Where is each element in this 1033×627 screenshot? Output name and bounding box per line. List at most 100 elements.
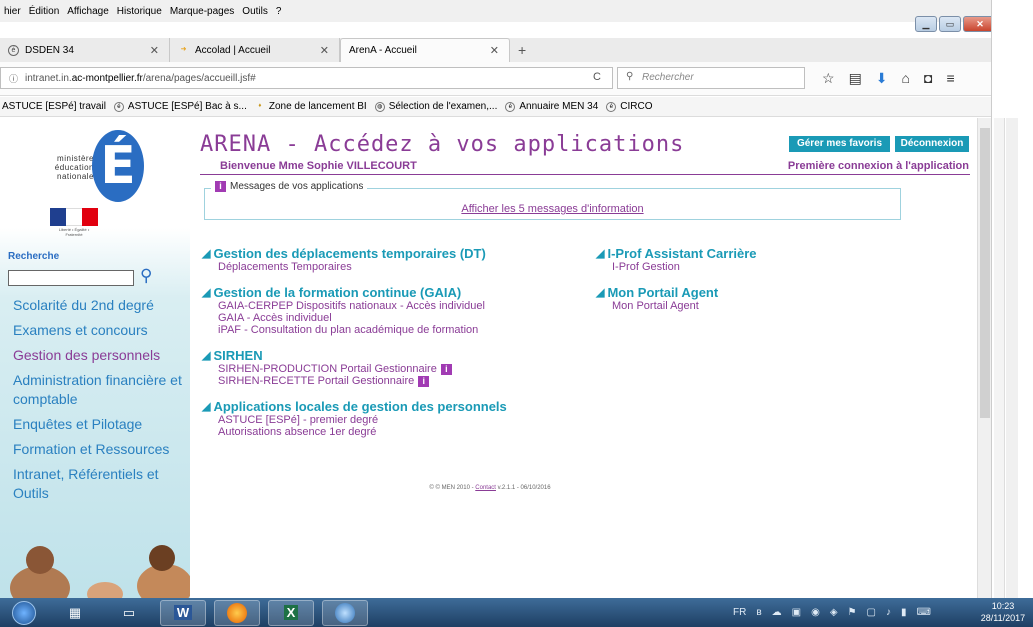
- app-link[interactable]: SIRHEN-RECETTE Portail Gestionnaire i: [202, 375, 582, 387]
- minimize-button[interactable]: ▁: [915, 16, 937, 32]
- bookmark-star-icon[interactable]: ☆: [822, 70, 835, 87]
- education-favicon-icon: é: [8, 44, 19, 56]
- info-icon[interactable]: i: [440, 363, 452, 375]
- bookmark-item[interactable]: ♦ Zone de lancement BI: [255, 101, 367, 112]
- app-link[interactable]: SIRHEN-PRODUCTION Portail Gestionnaire i: [202, 363, 582, 375]
- calculator-icon[interactable]: ▦: [52, 600, 98, 626]
- close-tab-icon[interactable]: ✕: [320, 44, 329, 57]
- marianne-caption: Liberté • Égalité • Fraternité: [58, 227, 90, 237]
- ministry-logo[interactable]: ministère éducation nationale É: [50, 130, 150, 202]
- bookmark-item[interactable]: ◍ Sélection de l'examen,...: [374, 101, 497, 112]
- firefox-icon[interactable]: [214, 599, 260, 626]
- contact-link[interactable]: Contact: [475, 485, 496, 491]
- app-link[interactable]: Déplacements Temporaires: [202, 261, 582, 273]
- close-tab-icon[interactable]: ✕: [150, 44, 159, 57]
- sidebar-item-intranet[interactable]: Intranet, Référentiels et Outils: [13, 465, 183, 503]
- manage-favorites-button[interactable]: Gérer mes favoris: [789, 136, 890, 152]
- app-link[interactable]: ASTUCE [ESPé] - premier degré: [202, 414, 582, 426]
- tab-dsden[interactable]: é DSDEN 34 ✕: [0, 38, 170, 62]
- close-tab-icon[interactable]: ✕: [490, 44, 499, 57]
- app-link-text: ASTUCE [ESPé] - premier degré: [218, 414, 379, 426]
- menu-edit[interactable]: Édition: [29, 6, 60, 17]
- app-link[interactable]: Autorisations absence 1er degré: [202, 426, 582, 438]
- scrollbar-thumb[interactable]: [980, 128, 990, 418]
- app-group-title-text: SIRHEN: [213, 348, 263, 363]
- excel-icon[interactable]: X: [268, 599, 314, 626]
- battery-icon[interactable]: ▮: [901, 607, 907, 618]
- search-icon[interactable]: ⚲: [140, 266, 152, 286]
- app-link[interactable]: Mon Portail Agent: [596, 300, 896, 312]
- info-icon[interactable]: ⓘ: [9, 72, 18, 85]
- file-explorer-icon[interactable]: ▭: [106, 600, 152, 626]
- url-bar[interactable]: ⓘ intranet.in. ac-montpellier.fr/arena/pa…: [0, 67, 613, 89]
- sidebar-item-gestion-personnels[interactable]: Gestion des personnels: [13, 346, 183, 365]
- network-icon[interactable]: ▣: [792, 607, 801, 618]
- info-icon[interactable]: i: [418, 375, 430, 387]
- sidebar-item-examens[interactable]: Examens et concours: [13, 321, 183, 340]
- pocket-icon[interactable]: ◘: [924, 70, 932, 87]
- welcome-text: Bienvenue Mme Sophie VILLECOURT: [220, 160, 417, 172]
- tab-arena[interactable]: ArenA - Accueil ✕: [340, 38, 510, 62]
- start-button[interactable]: [4, 599, 44, 627]
- bluetooth-icon[interactable]: ʙ: [756, 607, 761, 618]
- display-icon[interactable]: ▢: [867, 607, 876, 618]
- footer-version: v.2.1.1 - 06/10/2016: [495, 485, 551, 491]
- logout-button[interactable]: Déconnexion: [895, 136, 969, 152]
- bookmark-label: CIRCO: [620, 101, 653, 112]
- app-group: ◢ Applications locales de gestion des per…: [202, 399, 582, 438]
- menu-tools[interactable]: Outils: [242, 6, 268, 17]
- reload-icon[interactable]: C: [593, 71, 601, 83]
- tab-accolad[interactable]: ➜ Accolad | Accueil ✕: [170, 38, 340, 62]
- app-group-title-text: Mon Portail Agent: [607, 285, 719, 300]
- app-link[interactable]: iPAF - Consultation du plan académique d…: [202, 324, 582, 336]
- download-icon[interactable]: ⬇: [876, 70, 888, 87]
- app-group: ◢ I-Prof Assistant Carrière I-Prof Gestio…: [596, 246, 896, 273]
- arrow-icon: ◢: [202, 350, 211, 362]
- tab-label: DSDEN 34: [25, 44, 74, 56]
- bookmark-item[interactable]: ASTUCE [ESPé] travail: [2, 101, 106, 112]
- app-link-text: Déplacements Temporaires: [218, 261, 352, 273]
- home-icon[interactable]: ⌂: [902, 70, 910, 87]
- left-sidebar: ministère éducation nationale É Liberté • …: [0, 118, 190, 598]
- menu-help[interactable]: ?: [276, 6, 282, 17]
- sidebar-item-enquetes[interactable]: Enquêtes et Pilotage: [13, 415, 183, 434]
- maximize-button[interactable]: ▭: [939, 16, 961, 32]
- search-bar[interactable]: ⚲ Rechercher: [617, 67, 805, 89]
- app-group: ◢ Gestion des déplacements temporaires (D…: [202, 246, 582, 273]
- bookmark-item[interactable]: é CIRCO: [606, 101, 653, 112]
- menu-history[interactable]: Historique: [117, 6, 162, 17]
- volume-icon[interactable]: ♪: [886, 607, 891, 618]
- sidebar-item-administration[interactable]: Administration financière et comptable: [13, 371, 183, 409]
- sidebar-item-scolarite[interactable]: Scolarité du 2nd degré: [13, 296, 183, 315]
- app-link[interactable]: I-Prof Gestion: [596, 261, 896, 273]
- new-tab-icon[interactable]: +: [518, 42, 526, 58]
- menu-bookmarks[interactable]: Marque-pages: [170, 6, 234, 17]
- bookmark-item[interactable]: é Annuaire MEN 34: [505, 101, 598, 112]
- bookmark-item[interactable]: é ASTUCE [ESPé] Bac à s...: [113, 101, 247, 112]
- flag-icon[interactable]: ⚑: [848, 607, 857, 618]
- tab-bar: é DSDEN 34 ✕ ➜ Accolad | Accueil ✕ ArenA…: [0, 38, 1008, 62]
- thunderbird-icon[interactable]: [322, 599, 368, 626]
- sidebar-search-input[interactable]: [8, 270, 134, 286]
- page-scrollbar[interactable]: [977, 118, 991, 598]
- app-group: ◢ Mon Portail Agent Mon Portail Agent: [596, 285, 896, 312]
- reading-list-icon[interactable]: ▤: [849, 70, 862, 87]
- menu-file[interactable]: hier: [4, 6, 21, 17]
- language-indicator[interactable]: FR: [733, 607, 746, 618]
- sidebar-item-formation[interactable]: Formation et Ressources: [13, 440, 183, 459]
- app-link[interactable]: GAIA - Accès individuel: [202, 312, 582, 324]
- bookmark-label: Zone de lancement BI: [268, 101, 367, 112]
- security-icon[interactable]: ◉: [811, 607, 820, 618]
- outer-scrollbar[interactable]: [1006, 118, 1018, 598]
- background-scrollbar[interactable]: [994, 118, 1005, 598]
- clock[interactable]: 10:23 28/11/2017: [978, 600, 1028, 624]
- keyboard-icon[interactable]: ⌨: [916, 607, 930, 618]
- word-icon[interactable]: W: [160, 599, 206, 626]
- update-icon[interactable]: ◈: [830, 607, 838, 618]
- menu-view[interactable]: Affichage: [67, 6, 109, 17]
- hamburger-menu-icon[interactable]: ≡: [946, 70, 954, 87]
- show-messages-link[interactable]: Afficher les 5 messages d'information: [205, 203, 900, 215]
- app-link[interactable]: GAIA-CERPEP Dispositifs nationaux - Accè…: [202, 300, 582, 312]
- cloud-icon[interactable]: ☁: [772, 607, 782, 618]
- first-connection-link[interactable]: Première connexion à l'application: [788, 160, 969, 172]
